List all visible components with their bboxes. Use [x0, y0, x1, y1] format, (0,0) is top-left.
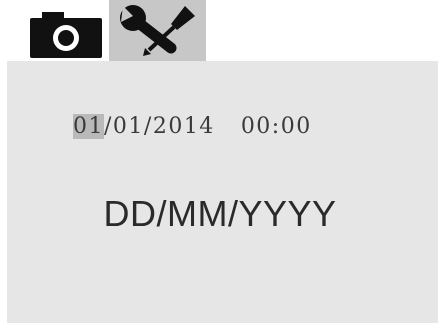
tab-camera[interactable]	[30, 12, 104, 60]
time-field: 00:00	[240, 114, 312, 139]
datetime-value: 01/01/2014 00:00	[73, 114, 312, 139]
date-format-label: DD/MM/YYYY	[103, 193, 337, 234]
month-year-field: /01/2014	[104, 114, 215, 139]
wrench-screwdriver-icon	[120, 5, 195, 56]
settings-panel	[7, 61, 438, 323]
settings-screen: 01/01/2014 00:00 DD/MM/YYYY	[0, 0, 440, 326]
day-field[interactable]: 01	[73, 114, 104, 139]
tab-tools[interactable]	[109, 0, 206, 61]
camera-icon	[30, 12, 102, 58]
